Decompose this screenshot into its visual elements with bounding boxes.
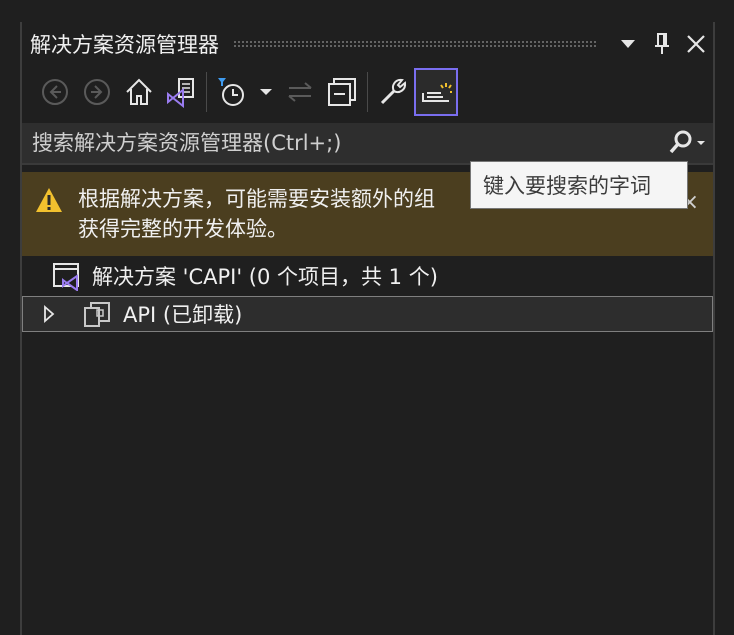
history-filter-icon [216,76,248,108]
search-input[interactable] [22,130,661,156]
properties-button[interactable] [372,68,414,116]
expand-arrow-icon[interactable] [43,305,55,323]
warning-icon [34,186,64,214]
preview-selected-items-icon [419,79,453,105]
switch-views-button[interactable] [160,68,202,116]
project-label: API (已卸载) [123,303,243,327]
search-icon [666,129,708,157]
toolbar [22,68,713,116]
toolbar-separator [206,72,207,112]
tree-node-solution[interactable]: 解决方案 'CAPI' (0 个项目，共 1 个) [22,258,713,294]
wrench-icon [377,76,409,108]
search-options-button[interactable] [661,122,713,164]
solution-label: 解决方案 'CAPI' (0 个项目，共 1 个) [92,265,438,289]
home-button[interactable] [118,68,160,116]
chevron-down-icon [260,88,272,96]
panel-title: 解决方案资源管理器 [30,33,219,57]
sync-with-active-document-button[interactable] [279,68,321,116]
close-icon [686,34,706,54]
toolbar-separator [367,72,368,112]
back-icon [41,78,69,106]
home-icon [124,77,154,107]
search-tooltip: 键入要搜索的字词 [470,161,688,209]
collapse-all-button[interactable] [321,68,363,116]
window-position-dropdown-button[interactable] [611,27,645,61]
title-bar: 解决方案资源管理器 [22,25,713,63]
chevron-down-icon [620,38,636,50]
pending-changes-filter-button[interactable] [211,68,253,116]
vs-switch-views-icon [165,76,197,108]
solution-explorer-panel: 解决方案资源管理器 搜索解决方案资源管理器(Ctrl+;) 根据解决方案，可能需… [20,22,715,635]
solution-tree: 解决方案 'CAPI' (0 个项目，共 1 个) API (已卸载) [22,258,713,332]
solution-icon [52,261,82,291]
drag-grip[interactable] [233,40,597,48]
collapse-all-icon [326,76,358,108]
search-bar [22,123,713,165]
pending-changes-dropdown-button[interactable] [253,68,279,116]
preview-selected-items-button[interactable] [414,68,458,116]
tree-node-project-api[interactable]: API (已卸载) [22,296,713,332]
notification-line-2: 获得完整的开发体验。 [78,217,288,241]
back-button[interactable] [34,68,76,116]
pin-icon [653,32,671,56]
sync-with-active-document-icon [285,80,315,104]
project-icon [83,300,111,328]
pin-button[interactable] [645,27,679,61]
forward-button[interactable] [76,68,118,116]
close-button[interactable] [679,27,713,61]
forward-icon [83,78,111,106]
